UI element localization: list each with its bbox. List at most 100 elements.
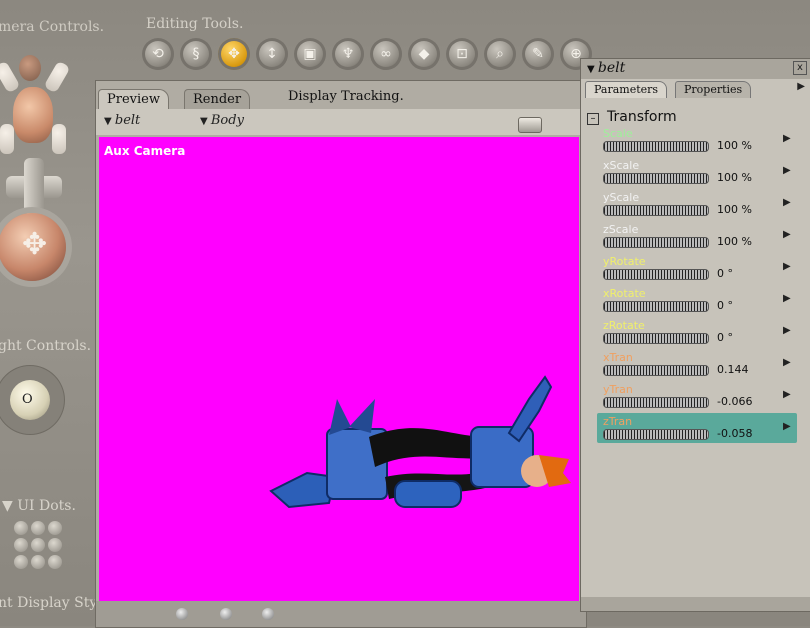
parameter-menu-arrow-icon[interactable]: ▶ <box>783 325 791 336</box>
tab-preview[interactable]: Preview <box>98 89 169 110</box>
tab-render[interactable]: Render <box>184 89 251 110</box>
parameter-name: xRotate <box>603 287 646 300</box>
camera-select-icon[interactable] <box>518 117 542 133</box>
face-camera-icon[interactable] <box>19 55 41 81</box>
parameter-name: yScale <box>603 191 640 204</box>
rotate-tool-icon[interactable]: ⟲ <box>142 38 174 70</box>
hand-right-icon[interactable] <box>52 124 66 154</box>
document-window: Preview Render Display Tracking. belt Bo… <box>95 80 587 628</box>
parameter-dial[interactable] <box>603 397 709 408</box>
parameter-dial[interactable] <box>603 205 709 216</box>
ui-dot[interactable] <box>48 538 62 552</box>
parameter-dial[interactable] <box>603 429 709 440</box>
parameter-value[interactable]: 0 ° <box>717 299 733 312</box>
ui-dot[interactable] <box>48 555 62 569</box>
parameter-dial[interactable] <box>603 301 709 312</box>
figure-select[interactable]: Body <box>200 113 244 128</box>
chain-break-tool-icon[interactable]: ∞ <box>370 38 402 70</box>
parameter-menu-arrow-icon[interactable]: ▶ <box>783 197 791 208</box>
tab-properties[interactable]: Properties <box>675 81 752 98</box>
palette-menu-arrow-icon[interactable]: ▶ <box>797 81 805 92</box>
preview-viewport[interactable]: Aux Camera <box>99 137 579 601</box>
morph-brush-tool-icon[interactable]: ✎ <box>522 38 554 70</box>
translate-in-out-tool-icon[interactable]: ↕ <box>256 38 288 70</box>
parameter-row[interactable]: xRotate 0 ° ▶ <box>597 285 797 315</box>
parameter-dial[interactable] <box>603 269 709 280</box>
parameter-value[interactable]: 100 % <box>717 203 752 216</box>
main-camera-head-icon[interactable] <box>13 87 53 143</box>
parameter-name: yTran <box>603 383 633 396</box>
tab-parameters[interactable]: Parameters <box>585 81 668 98</box>
parameter-name: Scale <box>603 127 633 140</box>
parameter-name: zScale <box>603 223 639 236</box>
parameter-dial[interactable] <box>603 333 709 344</box>
scale-tool-icon[interactable]: ▣ <box>294 38 326 70</box>
parameter-row[interactable]: yTran -0.066 ▶ <box>597 381 797 411</box>
parameter-value[interactable]: 0.144 <box>717 363 749 376</box>
palette-tabs: Parameters Properties <box>581 81 810 99</box>
display-tracking-label[interactable]: Display Tracking. <box>280 87 412 107</box>
editing-tools-title: Editing Tools. <box>146 16 244 32</box>
collapse-icon[interactable]: – <box>587 113 599 125</box>
light-controls-title: ght Controls. <box>0 338 92 354</box>
twist-tool-icon[interactable]: § <box>180 38 212 70</box>
ui-dot[interactable] <box>31 538 45 552</box>
ui-dot[interactable] <box>14 538 28 552</box>
ui-dot[interactable] <box>48 521 62 535</box>
parameter-row[interactable]: Scale 100 % ▶ <box>597 125 797 155</box>
parameter-value[interactable]: 100 % <box>717 235 752 248</box>
display-style-ball[interactable] <box>220 608 232 620</box>
display-style-ball[interactable] <box>176 608 188 620</box>
parameters-palette: belt x Parameters Properties ▶ –Transfor… <box>580 58 810 612</box>
parameter-menu-arrow-icon[interactable]: ▶ <box>783 229 791 240</box>
parameter-name: zTran <box>603 415 633 428</box>
parameter-menu-arrow-icon[interactable]: ▶ <box>783 133 791 144</box>
parameter-dial[interactable] <box>603 141 709 152</box>
parameter-row[interactable]: yRotate 0 ° ▶ <box>597 253 797 283</box>
palette-title[interactable]: belt <box>587 60 625 76</box>
figure-boot <box>269 471 337 509</box>
translate-tool-icon[interactable]: ✥ <box>218 38 250 70</box>
close-icon[interactable]: x <box>793 61 807 75</box>
move-y-control[interactable] <box>24 158 44 214</box>
parameter-menu-arrow-icon[interactable]: ▶ <box>783 293 791 304</box>
parameter-menu-arrow-icon[interactable]: ▶ <box>783 165 791 176</box>
parameter-menu-arrow-icon[interactable]: ▶ <box>783 261 791 272</box>
document-bottom-bar <box>96 601 586 627</box>
parameter-row[interactable]: zRotate 0 ° ▶ <box>597 317 797 347</box>
display-style-ball[interactable] <box>262 608 274 620</box>
parameter-value[interactable]: 100 % <box>717 171 752 184</box>
ui-dot[interactable] <box>14 521 28 535</box>
parameter-value[interactable]: -0.066 <box>717 395 752 408</box>
color-tool-icon[interactable]: ◆ <box>408 38 440 70</box>
camera-controls-title: mera Controls. <box>0 19 105 35</box>
ui-dot[interactable] <box>14 555 28 569</box>
light-indicator-icon: O <box>22 392 33 407</box>
view-magnifier-tool-icon[interactable]: ⌕ <box>484 38 516 70</box>
grouping-tool-icon[interactable]: ⊡ <box>446 38 478 70</box>
group-label: Transform <box>607 109 677 125</box>
parameter-value[interactable]: 100 % <box>717 139 752 152</box>
ui-dot[interactable] <box>31 555 45 569</box>
parameter-value[interactable]: 0 ° <box>717 331 733 344</box>
parameter-menu-arrow-icon[interactable]: ▶ <box>783 357 791 368</box>
parameter-row[interactable]: xTran 0.144 ▶ <box>597 349 797 379</box>
taper-tool-icon[interactable]: ♆ <box>332 38 364 70</box>
parameter-row[interactable]: xScale 100 % ▶ <box>597 157 797 187</box>
parameter-value[interactable]: 0 ° <box>717 267 733 280</box>
parameter-dial[interactable] <box>603 173 709 184</box>
hand-left-icon[interactable] <box>0 124 14 154</box>
parameter-menu-arrow-icon[interactable]: ▶ <box>783 421 791 432</box>
parameter-row[interactable]: zScale 100 % ▶ <box>597 221 797 251</box>
group-transform[interactable]: – Transform <box>587 109 677 125</box>
parameter-row[interactable]: yScale 100 % ▶ <box>597 189 797 219</box>
parameter-dial[interactable] <box>603 237 709 248</box>
parameter-value[interactable]: -0.058 <box>717 427 752 440</box>
parameter-row[interactable]: zTran -0.058 ▶ <box>597 413 797 443</box>
parameter-dial[interactable] <box>603 365 709 376</box>
ui-dot[interactable] <box>31 521 45 535</box>
parameter-menu-arrow-icon[interactable]: ▶ <box>783 389 791 400</box>
actor-select[interactable]: belt <box>104 113 140 128</box>
figure-render[interactable] <box>99 137 579 601</box>
parameter-list: Scale 100 % ▶ xScale 100 % ▶ yScale 100 % ▶ zScal… <box>597 125 797 445</box>
